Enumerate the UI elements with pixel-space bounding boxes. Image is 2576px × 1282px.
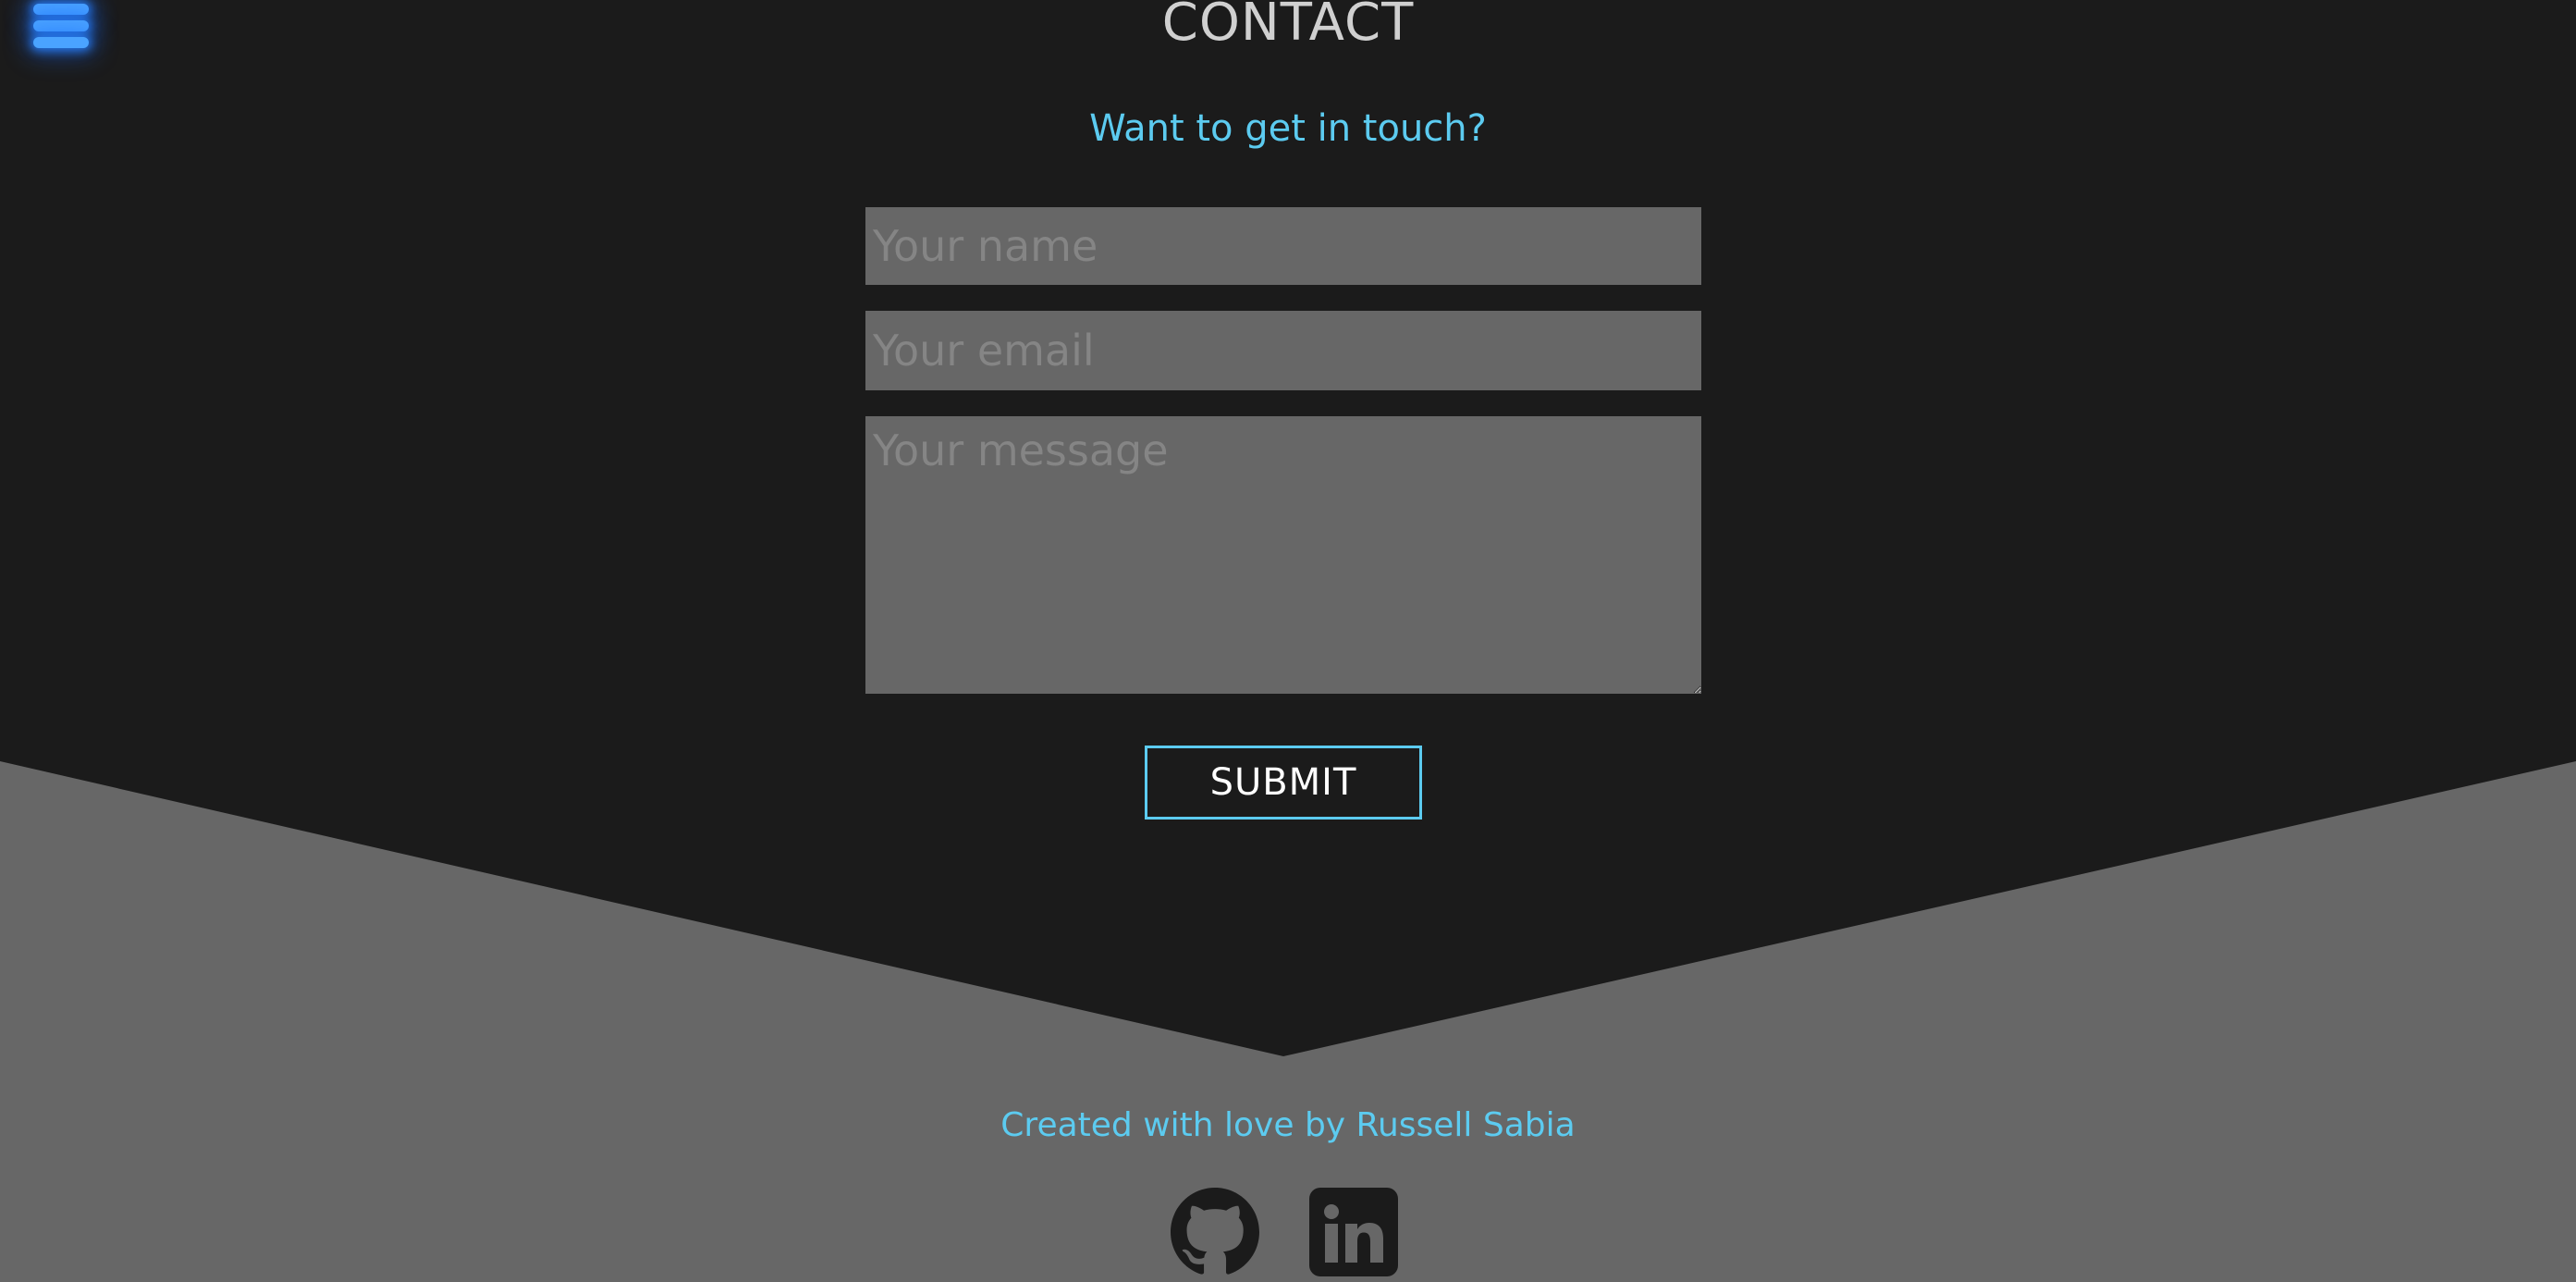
name-input[interactable] (865, 207, 1701, 285)
linkedin-icon (1309, 1188, 1398, 1276)
message-textarea[interactable] (865, 416, 1701, 694)
page: CONTACT Want to get in touch? SUBMIT Cre… (0, 0, 2576, 1282)
email-input[interactable] (865, 311, 1701, 390)
github-icon (1171, 1188, 1259, 1275)
page-title: CONTACT (1161, 0, 1415, 53)
page-subtitle: Want to get in touch? (1089, 107, 1487, 150)
footer-credit: Created with love by Russell Sabia (1000, 1106, 1576, 1144)
submit-button[interactable]: SUBMIT (1145, 746, 1422, 820)
linkedin-link[interactable] (1309, 1188, 1398, 1276)
github-link[interactable] (1171, 1188, 1259, 1276)
